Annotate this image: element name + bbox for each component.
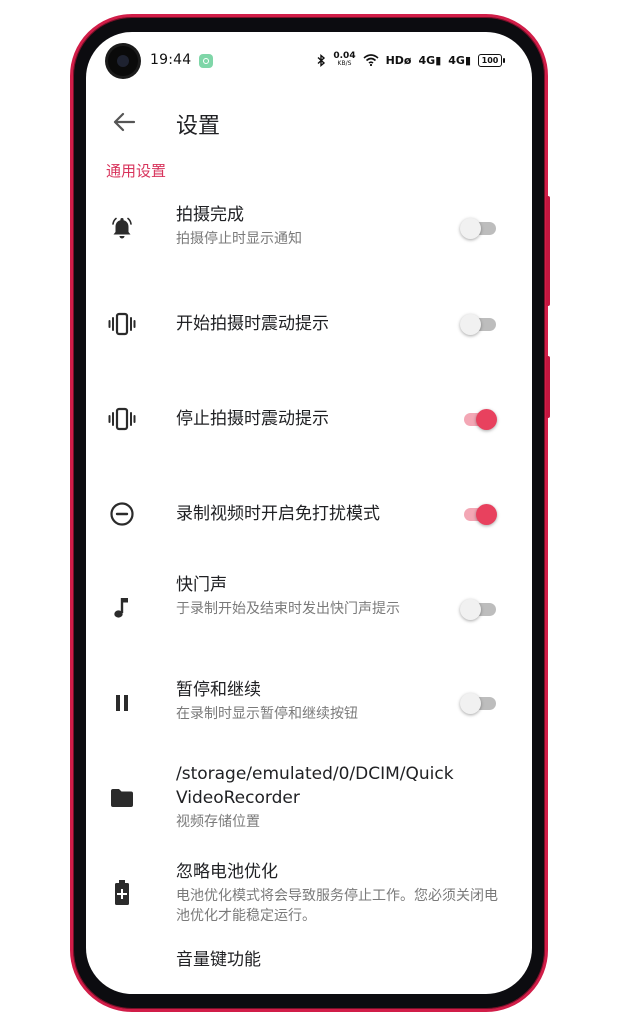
hd-indicator: HDø	[385, 53, 412, 67]
toggle-thumb	[460, 693, 481, 714]
setting-item-volume-key[interactable]: 音量键功能	[86, 946, 532, 994]
setting-title: 开始拍摄时震动提示	[176, 314, 329, 334]
setting-text: 开始拍摄时震动提示	[176, 312, 446, 336]
pause-icon	[108, 689, 136, 717]
toggle-switch[interactable]	[460, 312, 496, 336]
volume-button	[546, 196, 550, 306]
network-speed: 0.04 KB/S	[333, 52, 355, 68]
setting-text: 拍摄完成 拍摄停止时显示通知	[176, 203, 446, 249]
do-not-disturb-icon	[108, 500, 136, 528]
toggle-thumb	[460, 314, 481, 335]
setting-item-ignore-battery-optimization[interactable]: 忽略电池优化 电池优化模式将会导致服务停止工作。您必须关闭电池优化才能稳定运行。	[86, 858, 532, 938]
setting-item-storage-location[interactable]: /storage/emulated/0/DCIM/QuickVideoRecor…	[86, 760, 532, 860]
setting-subtitle: 在录制时显示暂停和继续按钮	[176, 706, 358, 722]
toggle-switch[interactable]	[460, 502, 497, 526]
toolbar: 设置	[86, 94, 532, 152]
setting-title: 快门声	[176, 575, 227, 595]
setting-subtitle: 视频存储位置	[176, 814, 260, 830]
status-icons: 0.04 KB/S HDø 4G▮ 4G▮ 100	[317, 52, 505, 68]
toggle-switch[interactable]	[460, 407, 497, 431]
battery-plus-icon	[108, 879, 136, 907]
music-note-icon	[108, 594, 136, 622]
setting-subtitle: 电池优化模式将会导致服务停止工作。您必须关闭电池优化才能稳定运行。	[176, 888, 498, 924]
setting-text: /storage/emulated/0/DCIM/QuickVideoRecor…	[176, 762, 456, 832]
toggle-switch[interactable]	[460, 216, 496, 240]
signal-2-label: 4G	[448, 53, 465, 67]
setting-item-pause-resume[interactable]: 暂停和继续 在录制时显示暂停和继续按钮	[86, 676, 532, 736]
setting-item-capture-complete[interactable]: 拍摄完成 拍摄停止时显示通知	[86, 200, 532, 270]
setting-subtitle: 拍摄停止时显示通知	[176, 231, 302, 247]
setting-subtitle: 于录制开始及结束时发出快门声提示	[176, 601, 400, 617]
wifi-icon	[363, 54, 379, 66]
notification-app-icon	[199, 54, 213, 68]
toggle-switch[interactable]	[460, 597, 496, 621]
setting-title: /storage/emulated/0/DCIM/QuickVideoRecor…	[176, 764, 454, 808]
toggle-thumb	[476, 409, 497, 430]
power-button	[546, 356, 550, 418]
setting-text: 暂停和继续 在录制时显示暂停和继续按钮	[176, 678, 446, 724]
setting-text: 快门声 于录制开始及结束时发出快门声提示	[176, 573, 426, 619]
battery-level: 100	[481, 55, 499, 65]
toggle-thumb	[460, 218, 481, 239]
toggle-thumb	[476, 504, 497, 525]
setting-title: 忽略电池优化	[176, 862, 278, 882]
bell-icon	[108, 214, 136, 242]
setting-item-shutter-sound[interactable]: 快门声 于录制开始及结束时发出快门声提示	[86, 570, 532, 646]
signal-1-icon: 4G▮	[418, 53, 442, 67]
back-arrow-icon[interactable]	[108, 106, 140, 138]
setting-text: 忽略电池优化 电池优化模式将会导致服务停止工作。您必须关闭电池优化才能稳定运行。	[176, 860, 508, 926]
battery-icon: 100	[478, 53, 505, 67]
toggle-switch[interactable]	[460, 691, 496, 715]
screen: 19:44 0.04 KB/S HDø 4G▮ 4G▮ 100 设置 通用设置	[86, 32, 532, 994]
signal-2-icon: 4G▮	[448, 53, 471, 67]
setting-title: 录制视频时开启免打扰模式	[176, 504, 380, 524]
setting-text: 录制视频时开启免打扰模式	[176, 502, 446, 526]
setting-title: 音量键功能	[176, 950, 261, 970]
toggle-thumb	[460, 599, 481, 620]
page-title: 设置	[176, 114, 221, 139]
setting-text: 停止拍摄时震动提示	[176, 407, 446, 431]
signal-1-label: 4G	[418, 53, 436, 67]
network-speed-value: 0.04	[333, 51, 356, 61]
setting-item-vibrate-on-stop[interactable]: 停止拍摄时震动提示	[86, 397, 532, 441]
setting-item-vibrate-on-start[interactable]: 开始拍摄时震动提示	[86, 302, 532, 346]
setting-title: 停止拍摄时震动提示	[176, 409, 329, 429]
vibrate-icon	[108, 310, 136, 338]
setting-text: 音量键功能	[176, 948, 446, 972]
section-header-general: 通用设置	[106, 162, 167, 180]
folder-icon	[108, 784, 136, 812]
vibrate-icon	[108, 405, 136, 433]
status-time: 19:44	[150, 52, 192, 68]
status-bar: 19:44 0.04 KB/S HDø 4G▮ 4G▮ 100	[86, 52, 532, 72]
network-speed-unit: KB/S	[337, 60, 352, 67]
bluetooth-icon	[317, 53, 326, 67]
setting-title: 暂停和继续	[176, 680, 261, 700]
setting-title: 拍摄完成	[176, 205, 244, 225]
setting-item-do-not-disturb[interactable]: 录制视频时开启免打扰模式	[86, 492, 532, 536]
